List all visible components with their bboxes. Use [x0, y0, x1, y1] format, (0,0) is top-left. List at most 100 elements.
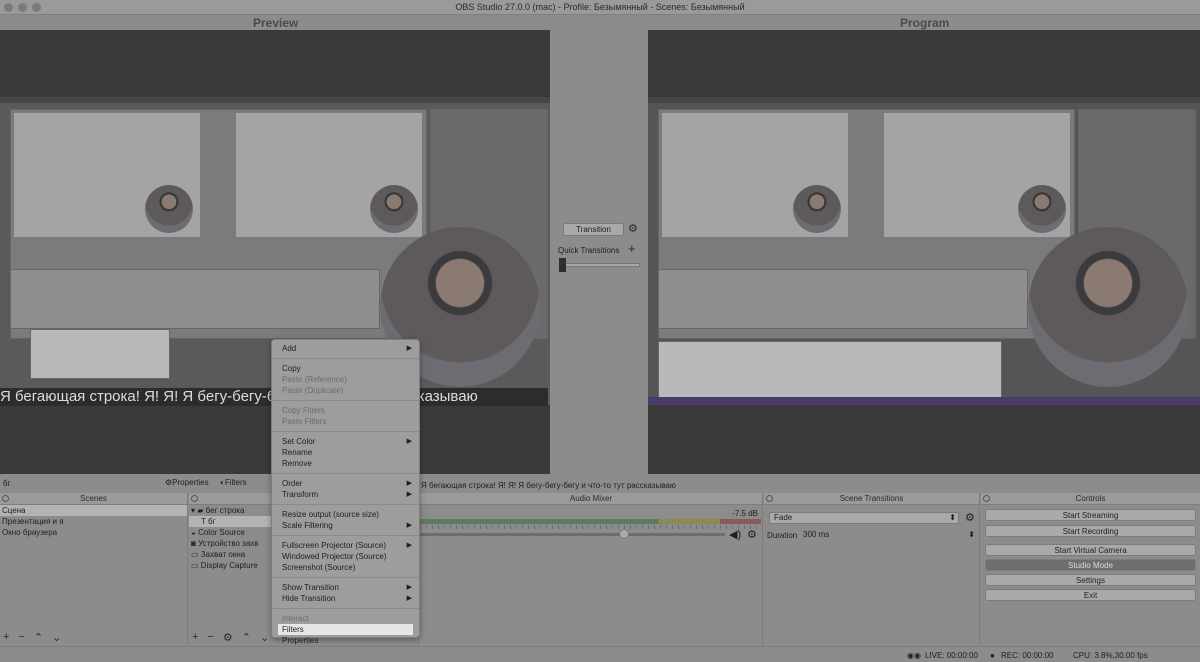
remove-scene-icon[interactable]: −	[18, 631, 24, 643]
audio-settings-gear-icon[interactable]: ⚙	[747, 528, 757, 541]
camera-icon: ◙	[191, 539, 196, 548]
dock-close-icon[interactable]	[2, 495, 9, 502]
title-bar: OBS Studio 27.0.0 (mac) - Profile: Безым…	[0, 0, 1200, 15]
program-captured-docks	[658, 269, 1028, 329]
duration-spinbox[interactable]: 300 ms ⬍	[802, 529, 977, 541]
menu-windowed-projector[interactable]: Windowed Projector (Source)	[272, 551, 419, 562]
rec-dot-icon: ●	[990, 651, 995, 660]
obs-window: OBS Studio 27.0.0 (mac) - Profile: Безым…	[0, 0, 1200, 662]
exit-button[interactable]: Exit	[985, 589, 1196, 601]
stepper-arrows-icon[interactable]: ⬍	[968, 529, 975, 541]
menu-separator	[272, 535, 419, 536]
transition-properties-gear-icon[interactable]: ⚙	[965, 511, 975, 524]
transition-gear-icon[interactable]: ⚙	[628, 222, 638, 235]
preview-label: Preview	[253, 16, 299, 30]
dock-close-icon[interactable]	[191, 495, 198, 502]
cpu-fps: CPU: 3.8%,30.00 fps	[1073, 651, 1148, 660]
scene-item[interactable]: Окно браузера	[0, 527, 187, 538]
start-virtual-camera-button[interactable]: Start Virtual Camera	[985, 544, 1196, 556]
properties-button[interactable]: ⚙Properties	[165, 478, 209, 487]
scenes-header: Scenes	[0, 493, 187, 505]
menu-resize-output[interactable]: Resize output (source size)	[272, 509, 419, 520]
menu-remove[interactable]: Remove	[272, 458, 419, 469]
speaker-icon[interactable]: ◀)	[729, 528, 741, 541]
transition-button[interactable]: Transition	[563, 223, 624, 236]
status-bar: ◉◉ LIVE: 00:00:00 ● REC: 00:00:00 CPU: 3…	[0, 646, 1200, 662]
dock-close-icon[interactable]	[983, 495, 990, 502]
volume-slider-handle[interactable]	[619, 529, 629, 539]
monitor-icon: ▭	[191, 561, 199, 570]
menu-separator	[272, 400, 419, 401]
filters-button[interactable]: ◐Filters	[220, 478, 247, 487]
menu-separator	[272, 431, 419, 432]
submenu-arrow-icon: ▶	[406, 438, 412, 445]
program-canvas	[648, 30, 1200, 474]
scene-item[interactable]: Презентация и я	[0, 516, 187, 527]
folder-icon: ▰	[197, 506, 204, 515]
audio-level: -7.5 dB	[732, 509, 758, 518]
menu-transform[interactable]: Transform ▶	[272, 489, 419, 500]
studio-mode-controls: Transition ⚙ Quick Transitions +	[551, 30, 648, 474]
live-time: LIVE: 00:00:00	[925, 651, 978, 660]
menu-paste-duplicate: Paste (Duplicate)	[282, 386, 344, 395]
chevron-down-icon[interactable]: ▾	[191, 506, 195, 515]
program-bottom-strip	[648, 397, 1200, 405]
menu-add[interactable]: Add ▶	[272, 343, 419, 354]
menu-properties[interactable]: Properties	[272, 635, 419, 646]
add-scene-icon[interactable]: +	[3, 631, 9, 643]
transition-select[interactable]: Fade ⬍	[769, 512, 959, 524]
color-source-icon: ◒	[191, 528, 196, 537]
menu-screenshot[interactable]: Screenshot (Source)	[272, 562, 419, 573]
add-source-icon[interactable]: +	[192, 631, 198, 643]
menu-filters[interactable]: Filters	[278, 624, 413, 635]
remove-source-icon[interactable]: −	[207, 631, 213, 643]
program-webcam-small	[793, 185, 841, 233]
scene-transitions-dock: Scene Transitions Fade ⬍ ⚙ Duration 300 m…	[764, 493, 980, 645]
menu-paste-filters: Paste Filters	[282, 417, 327, 426]
move-up-icon[interactable]: ⌃	[34, 631, 43, 644]
menu-scale-filtering[interactable]: Scale Filtering ▶	[272, 520, 419, 531]
move-down-icon[interactable]: ⌄	[52, 631, 61, 644]
menu-show-transition[interactable]: Show Transition ▶	[272, 582, 419, 593]
captured-webcam-small-2	[370, 185, 418, 233]
captured-webcam-small	[145, 185, 193, 233]
dock-close-icon[interactable]	[766, 495, 773, 502]
scene-item[interactable]: Сцена	[0, 505, 187, 516]
start-recording-button[interactable]: Start Recording	[985, 525, 1196, 537]
rec-time: REC: 00:00:00	[1001, 651, 1054, 660]
volume-slider[interactable]	[420, 533, 725, 536]
settings-button[interactable]: Settings	[985, 574, 1196, 586]
menu-set-color[interactable]: Set Color ▶	[272, 436, 419, 447]
source-context-menu: Add ▶ Copy Paste (Reference) Paste (Dupli…	[271, 339, 420, 645]
captured-docks	[10, 269, 380, 329]
program-webcam-small-2	[1018, 185, 1066, 233]
studio-mode-button[interactable]: Studio Mode	[985, 559, 1196, 571]
move-down-icon[interactable]: ⌄	[260, 631, 269, 644]
submenu-arrow-icon: ▶	[406, 542, 412, 549]
scene-transitions-header: Scene Transitions	[764, 493, 979, 505]
move-up-icon[interactable]: ⌃	[242, 631, 251, 644]
menu-order[interactable]: Order ▶	[272, 478, 419, 489]
transition-slider-handle[interactable]	[559, 258, 566, 272]
window-title: OBS Studio 27.0.0 (mac) - Profile: Безым…	[455, 2, 745, 12]
duration-label: Duration	[767, 531, 798, 540]
menu-fullscreen-projector[interactable]: Fullscreen Projector (Source) ▶	[272, 540, 419, 551]
menu-copy[interactable]: Copy	[272, 363, 419, 374]
submenu-arrow-icon: ▶	[406, 595, 412, 602]
submenu-arrow-icon: ▶	[406, 491, 412, 498]
menu-separator	[272, 358, 419, 359]
menu-rename[interactable]: Rename	[272, 447, 419, 458]
menu-hide-transition[interactable]: Hide Transition ▶	[272, 593, 419, 604]
submenu-arrow-icon: ▶	[406, 584, 412, 591]
start-streaming-button[interactable]: Start Streaming	[985, 509, 1196, 521]
program-label: Program	[900, 16, 950, 30]
stream-health-icon: ◉◉	[907, 651, 921, 660]
select-arrows-icon: ⬍	[949, 513, 956, 522]
program-webcam-circle	[1028, 227, 1188, 387]
transition-slider[interactable]	[559, 263, 640, 267]
menu-separator	[272, 608, 419, 609]
add-quick-transition-icon[interactable]: +	[628, 241, 636, 256]
volume-meter	[420, 519, 761, 524]
source-settings-icon[interactable]: ⚙	[223, 631, 233, 644]
source-item[interactable]: T бг	[189, 516, 271, 527]
